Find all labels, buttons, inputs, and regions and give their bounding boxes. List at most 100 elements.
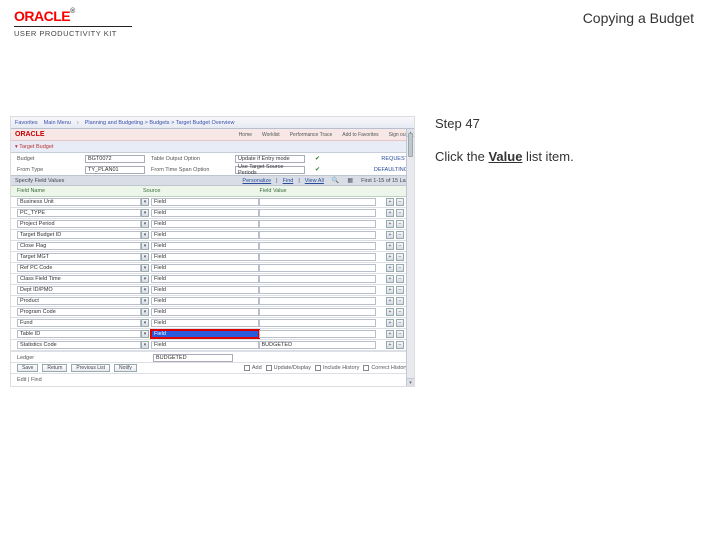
chevron-down-icon[interactable]: ▾ [141, 341, 149, 349]
return-button[interactable]: Return [42, 364, 67, 372]
chevron-down-icon[interactable]: ▾ [141, 330, 149, 338]
chevron-down-icon[interactable]: ▾ [141, 275, 149, 283]
chevron-down-icon[interactable]: ▾ [141, 231, 149, 239]
add-row-icon[interactable]: + [386, 198, 394, 206]
add-row-icon[interactable]: + [386, 341, 394, 349]
link-worklist[interactable]: Worklist [259, 131, 283, 139]
source-select[interactable]: Field [151, 297, 259, 305]
add-row-icon[interactable]: + [386, 209, 394, 217]
grid-export-icon[interactable]: ▦ [347, 177, 353, 184]
add-row-icon[interactable]: + [386, 319, 394, 327]
field-name-cell[interactable]: Statistics Code [17, 341, 141, 349]
value-cell[interactable] [259, 198, 377, 206]
add-row-icon[interactable]: + [386, 264, 394, 272]
scroll-thumb[interactable] [408, 133, 413, 157]
delete-row-icon[interactable]: − [396, 253, 404, 261]
source-select[interactable]: Field [151, 220, 259, 228]
delete-row-icon[interactable]: − [396, 242, 404, 250]
grid-zoom-icon[interactable]: 🔍 [332, 177, 339, 184]
field-name-cell[interactable]: Close Flag [17, 242, 141, 250]
add-row-icon[interactable]: + [386, 242, 394, 250]
source-select[interactable]: Field [151, 253, 259, 261]
value-cell[interactable] [259, 242, 377, 250]
below-text[interactable]: Edit | Find [11, 373, 414, 386]
chevron-down-icon[interactable]: ▾ [141, 319, 149, 327]
value-cell[interactable] [259, 286, 377, 294]
budget-field[interactable]: BGT0072 [85, 155, 145, 163]
chevron-down-icon[interactable]: ▾ [141, 220, 149, 228]
chevron-down-icon[interactable]: ▾ [141, 308, 149, 316]
delete-row-icon[interactable]: − [396, 341, 404, 349]
delete-row-icon[interactable]: − [396, 264, 404, 272]
timespan-field[interactable]: Use Target Source Periods [235, 166, 305, 174]
ledger-value[interactable]: BUDGETED [153, 354, 233, 362]
link-view-all[interactable]: View All [305, 178, 324, 184]
source-select[interactable]: Field [151, 231, 259, 239]
source-select[interactable]: Field [151, 242, 259, 250]
value-cell[interactable] [259, 319, 377, 327]
chk-correct[interactable]: Correct History [363, 365, 408, 371]
value-cell[interactable] [259, 275, 377, 283]
field-name-cell[interactable]: Class Field Time [17, 275, 141, 283]
add-row-icon[interactable]: + [386, 253, 394, 261]
vertical-scrollbar[interactable]: ▴ ▾ [406, 129, 414, 386]
delete-row-icon[interactable]: − [396, 275, 404, 283]
add-row-icon[interactable]: + [386, 286, 394, 294]
chevron-down-icon[interactable]: ▾ [141, 209, 149, 217]
field-name-cell[interactable]: Fund [17, 319, 141, 327]
link-find[interactable]: Find [283, 178, 294, 184]
source-select[interactable]: Field [151, 264, 259, 272]
source-select[interactable]: Field [151, 341, 259, 349]
source-select[interactable]: Field [151, 308, 259, 316]
chevron-down-icon[interactable]: ▾ [141, 286, 149, 294]
add-row-icon[interactable]: + [386, 330, 394, 338]
field-name-cell[interactable]: Table ID [17, 330, 141, 338]
add-row-icon[interactable]: + [386, 275, 394, 283]
add-row-icon[interactable]: + [386, 231, 394, 239]
nav-favorites[interactable]: Favorites [15, 120, 38, 126]
field-name-cell[interactable]: Product [17, 297, 141, 305]
source-select[interactable]: Field [151, 286, 259, 294]
field-name-cell[interactable]: Target MGT [17, 253, 141, 261]
link-personalize[interactable]: Personalize [242, 178, 271, 184]
chk-include[interactable]: Include History [315, 365, 359, 371]
value-cell[interactable] [259, 297, 377, 305]
field-name-cell[interactable]: Program Code [17, 308, 141, 316]
breadcrumb[interactable]: Planning and Budgeting > Budgets > Targe… [85, 120, 235, 126]
link-perf-trace[interactable]: Performance Trace [287, 131, 336, 139]
prev-list-button[interactable]: Previous List [71, 364, 110, 372]
delete-row-icon[interactable]: − [396, 330, 404, 338]
add-row-icon[interactable]: + [386, 220, 394, 228]
scroll-down-icon[interactable]: ▾ [407, 378, 414, 386]
delete-row-icon[interactable]: − [396, 198, 404, 206]
chevron-down-icon[interactable]: ▾ [141, 264, 149, 272]
value-cell[interactable] [259, 231, 377, 239]
notify-button[interactable]: Notify [114, 364, 137, 372]
source-select[interactable]: Field [151, 275, 259, 283]
source-select[interactable]: Field [151, 198, 259, 206]
value-cell[interactable] [259, 330, 377, 338]
chevron-down-icon[interactable]: ▾ [141, 297, 149, 305]
delete-row-icon[interactable]: − [396, 220, 404, 228]
field-name-cell[interactable]: Dept ID/PMO [17, 286, 141, 294]
field-name-cell[interactable]: Business Unit [17, 198, 141, 206]
source-select[interactable]: Field [151, 209, 259, 217]
field-name-cell[interactable]: Target Budget ID [17, 231, 141, 239]
chk-update[interactable]: Update/Display [266, 365, 311, 371]
chk-add[interactable]: Add [244, 365, 262, 371]
chevron-down-icon[interactable]: ▾ [141, 198, 149, 206]
value-cell[interactable] [259, 220, 377, 228]
grid-pager[interactable]: First 1-15 of 15 Last [361, 178, 410, 184]
value-cell[interactable] [259, 264, 377, 272]
delete-row-icon[interactable]: − [396, 319, 404, 327]
source-select[interactable]: Field [151, 330, 259, 338]
chevron-down-icon[interactable]: ▾ [141, 253, 149, 261]
field-name-cell[interactable]: Ref PC Code [17, 264, 141, 272]
chevron-down-icon[interactable]: ▾ [141, 242, 149, 250]
link-add-favorites[interactable]: Add to Favorites [339, 131, 381, 139]
delete-row-icon[interactable]: − [396, 286, 404, 294]
save-button[interactable]: Save [17, 364, 38, 372]
value-cell[interactable]: BUDGETED [259, 341, 377, 349]
field-name-cell[interactable]: Project Period [17, 220, 141, 228]
delete-row-icon[interactable]: − [396, 308, 404, 316]
